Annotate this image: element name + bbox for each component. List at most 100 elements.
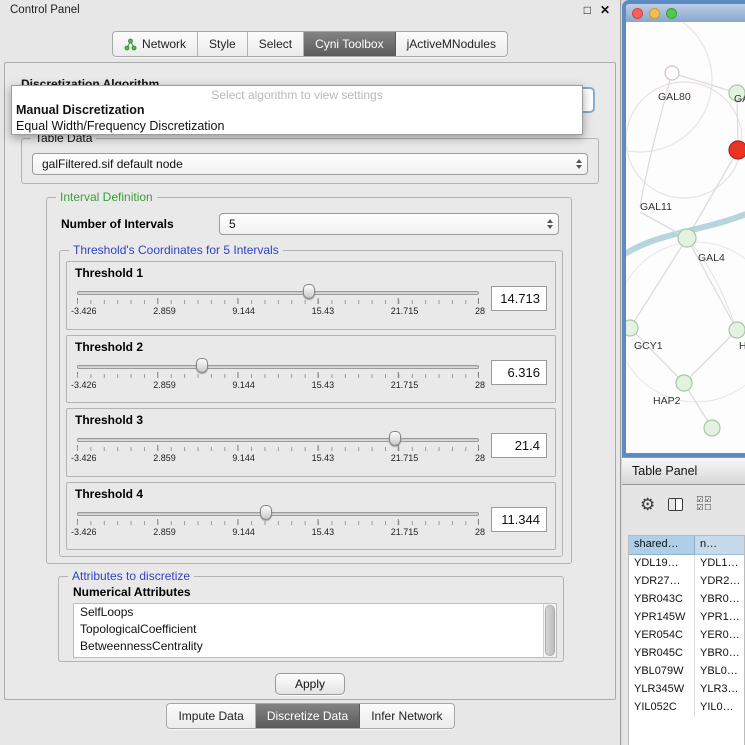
- slider-scale-labels: -3.426 2.859 9.144 15.43 21.715 28: [71, 380, 485, 390]
- checkbox-unchecked-icon: ☐: [704, 504, 712, 512]
- tab-network[interactable]: Network: [113, 32, 198, 56]
- threshold-2-slider-thumb[interactable]: [196, 358, 208, 373]
- threshold-3-slider-thumb[interactable]: [389, 431, 401, 446]
- gear-icon[interactable]: ⚙: [640, 496, 655, 513]
- attributes-to-discretize-group: Attributes to discretize Numerical Attri…: [58, 576, 564, 662]
- number-of-intervals-combobox[interactable]: 5: [219, 213, 559, 235]
- list-item-topologicalcoefficient[interactable]: TopologicalCoefficient: [74, 621, 556, 638]
- list-item-selfloops[interactable]: SelfLoops: [74, 604, 556, 621]
- float-panel-icon[interactable]: □: [584, 3, 591, 17]
- selected-network-node[interactable]: [729, 141, 745, 159]
- slider-track: [77, 438, 479, 442]
- cyni-toolbox-panel: Discretization Algorithm Select algorith…: [4, 62, 616, 700]
- numerical-attributes-label: Numerical Attributes: [73, 585, 191, 599]
- table-row[interactable]: YDL19… YDL1…: [629, 555, 744, 573]
- slider-track: [77, 512, 479, 516]
- threshold-3-panel: Threshold 3 -3.426 2.859: [66, 408, 556, 477]
- network-view-window[interactable]: GAL80 GA GAL11 GAL4 GCY1 H HAP2: [622, 0, 745, 457]
- threshold-3-label: Threshold 3: [75, 413, 555, 427]
- window-close-icon[interactable]: [632, 8, 643, 19]
- network-node[interactable]: [676, 375, 692, 391]
- scale-label: 15.43: [312, 527, 335, 537]
- background-arc: [626, 22, 712, 152]
- tab-cyni-toolbox[interactable]: Cyni Toolbox: [304, 32, 395, 56]
- node-table[interactable]: shared… n… YDL19… YDL1… YDR27… YDR2… YBR…: [628, 535, 745, 745]
- slider-minor-ticks: [77, 300, 479, 304]
- column-visibility-icon[interactable]: ☑ ☑ ☑ ☐: [696, 496, 712, 512]
- list-item-betweennesscentrality[interactable]: BetweennessCentrality: [74, 638, 556, 655]
- threshold-1-slider-thumb[interactable]: [303, 284, 315, 299]
- panel-title: Control Panel: [10, 4, 80, 16]
- table-row[interactable]: YIL052C YIL0…: [629, 699, 744, 717]
- tab-cyni-toolbox-label: Cyni Toolbox: [315, 37, 383, 51]
- network-node[interactable]: [678, 229, 696, 247]
- tab-impute-data-label: Impute Data: [178, 709, 243, 723]
- tab-impute-data[interactable]: Impute Data: [167, 704, 255, 728]
- tab-discretize-data[interactable]: Discretize Data: [256, 704, 360, 728]
- tab-infer-network[interactable]: Infer Network: [360, 704, 453, 728]
- scale-label: 2.859: [153, 380, 176, 390]
- scale-label: 2.859: [153, 306, 176, 316]
- tab-style[interactable]: Style: [198, 32, 248, 56]
- scale-label: 9.144: [232, 527, 255, 537]
- table-row[interactable]: YER054C YER0…: [629, 627, 744, 645]
- dropdown-option-equal-width-frequency[interactable]: Equal Width/Frequency Discretization: [12, 118, 582, 134]
- network-edge: [630, 328, 684, 383]
- list-scrollbar-thumb[interactable]: [545, 605, 555, 656]
- slider-scale-labels: -3.426 2.859 9.144 15.43 21.715 28: [71, 306, 485, 316]
- columns-icon[interactable]: [668, 498, 683, 511]
- slider-track: [77, 291, 479, 295]
- network-node[interactable]: [665, 66, 679, 80]
- threshold-3-slider-row: -3.426 2.859 9.144 15.43 21.715 28 21.4: [67, 427, 555, 466]
- table-cell: YLR345W: [629, 681, 695, 699]
- threshold-2-value-field[interactable]: 6.316: [491, 360, 547, 385]
- threshold-4-slider-thumb[interactable]: [260, 505, 272, 520]
- threshold-3-value-field[interactable]: 21.4: [491, 433, 547, 458]
- table-row[interactable]: YBR043C YBR0…: [629, 591, 744, 609]
- slider-scale-labels: -3.426 2.859 9.144 15.43 21.715 28: [71, 453, 485, 463]
- table-row[interactable]: YDR27… YDR2…: [629, 573, 744, 591]
- numerical-attributes-list[interactable]: SelfLoops TopologicalCoefficient Between…: [73, 603, 557, 658]
- scale-label: -3.426: [71, 306, 97, 316]
- column-header-name[interactable]: n…: [695, 536, 744, 555]
- list-scrollbar[interactable]: [543, 604, 556, 657]
- threshold-1-label: Threshold 1: [75, 266, 555, 280]
- dropdown-option-manual-discretization[interactable]: Manual Discretization: [12, 102, 582, 118]
- tab-style-label: Style: [209, 37, 236, 51]
- table-data-combobox[interactable]: galFiltered.sif default node: [32, 153, 588, 175]
- network-node[interactable]: [626, 320, 638, 336]
- threshold-1-slider[interactable]: -3.426 2.859 9.144 15.43 21.715 28: [77, 281, 479, 319]
- table-row[interactable]: YBR045C YBR0…: [629, 645, 744, 663]
- column-header-shared-name[interactable]: shared…: [629, 536, 695, 555]
- slider-minor-ticks: [77, 521, 479, 525]
- network-node[interactable]: [704, 420, 720, 436]
- table-cell: YBR0…: [695, 645, 744, 663]
- close-panel-icon[interactable]: ✕: [600, 3, 610, 17]
- threshold-1-value-field[interactable]: 14.713: [491, 286, 547, 311]
- threshold-4-value-field[interactable]: 11.344: [491, 507, 547, 532]
- threshold-2-slider-row: -3.426 2.859 9.144 15.43 21.715 28 6.316: [67, 354, 555, 393]
- table-data-group: Table Data galFiltered.sif default node: [21, 138, 599, 184]
- table-cell: YDR27…: [629, 573, 695, 591]
- node-label-gal80: GAL80: [658, 91, 691, 103]
- network-node[interactable]: [729, 322, 745, 338]
- scale-label: 28: [475, 306, 485, 316]
- node-label-hap2: HAP2: [653, 395, 681, 407]
- window-zoom-icon[interactable]: [666, 8, 677, 19]
- scale-label: 21.715: [391, 380, 419, 390]
- threshold-3-slider[interactable]: -3.426 2.859 9.144 15.43 21.715 28: [77, 428, 479, 466]
- table-cell: YBR0…: [695, 591, 744, 609]
- tab-jactivemnodules[interactable]: jActiveMNodules: [396, 32, 507, 56]
- table-row[interactable]: YPR145W YPR1…: [629, 609, 744, 627]
- stepper-up-icon: [547, 219, 553, 223]
- table-row[interactable]: YLR345W YLR3…: [629, 681, 744, 699]
- network-canvas[interactable]: GAL80 GA GAL11 GAL4 GCY1 H HAP2: [626, 22, 745, 453]
- threshold-4-slider[interactable]: -3.426 2.859 9.144 15.43 21.715 28: [77, 502, 479, 540]
- tab-jactivemnodules-label: jActiveMNodules: [407, 37, 496, 51]
- threshold-2-slider[interactable]: -3.426 2.859 9.144 15.43 21.715 28: [77, 355, 479, 393]
- tab-select[interactable]: Select: [248, 32, 304, 56]
- window-minimize-icon[interactable]: [649, 8, 660, 19]
- bottom-tab-bar: Impute Data Discretize Data Infer Networ…: [0, 703, 621, 729]
- table-row[interactable]: YBL079W YBL0…: [629, 663, 744, 681]
- apply-button[interactable]: Apply: [275, 673, 345, 695]
